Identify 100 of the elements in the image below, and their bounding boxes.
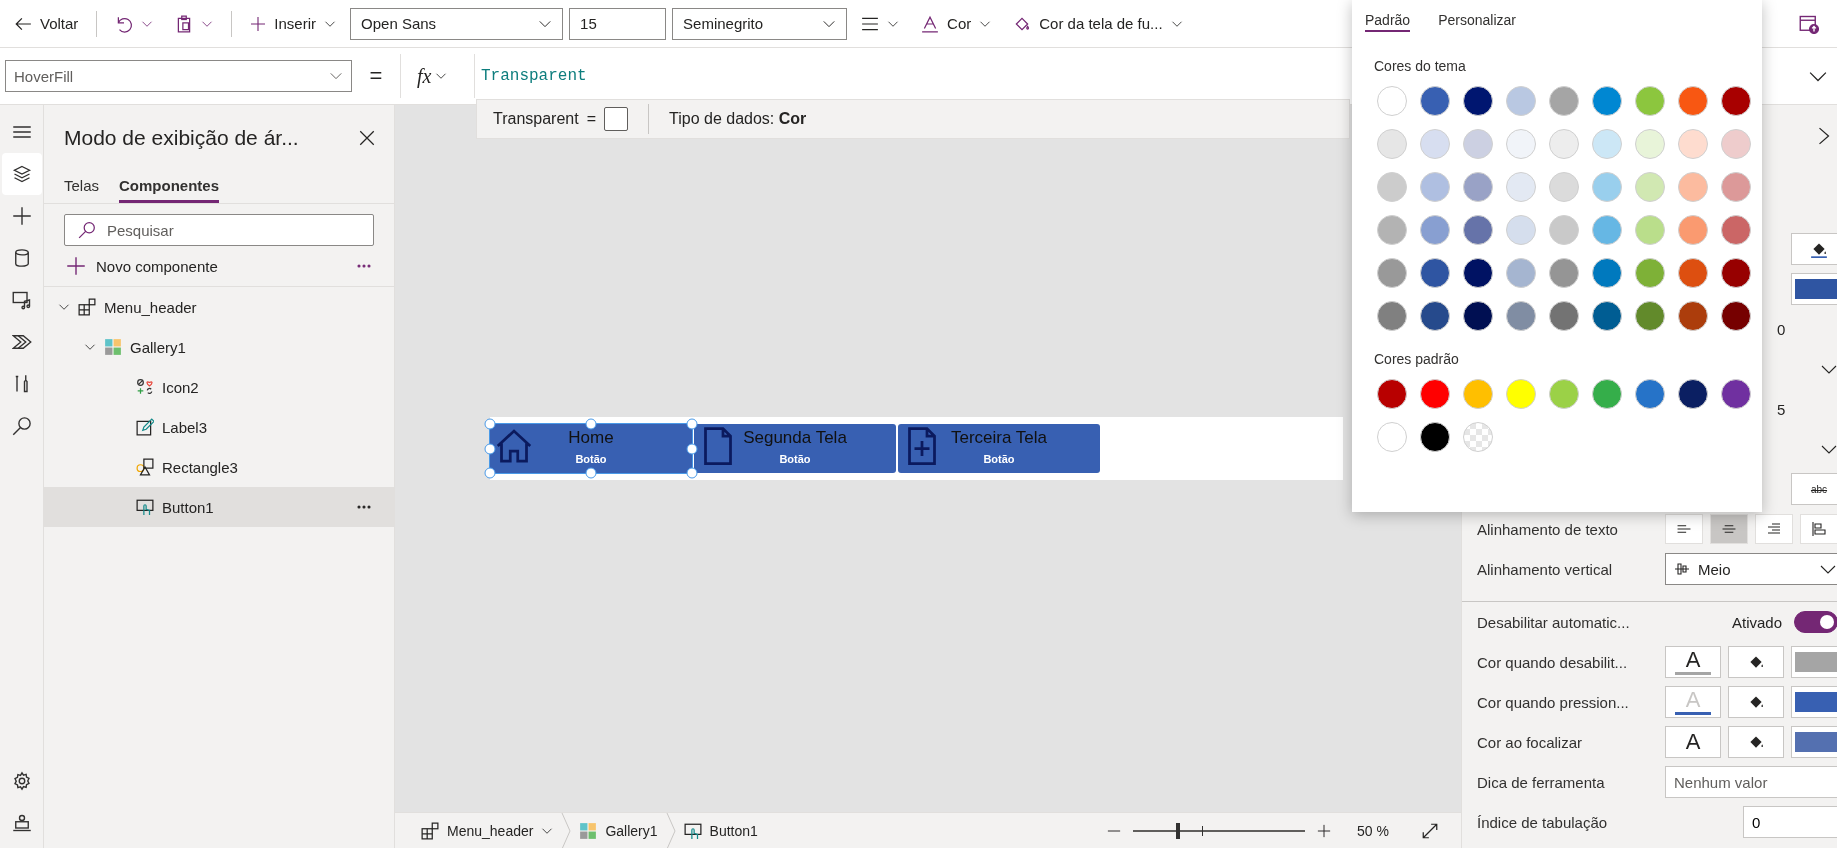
color-swatch[interactable] bbox=[1592, 301, 1622, 331]
color-swatch[interactable] bbox=[1635, 379, 1665, 409]
color-swatch[interactable] bbox=[1506, 129, 1536, 159]
color-swatch[interactable] bbox=[1635, 258, 1665, 288]
color-swatch[interactable] bbox=[1678, 301, 1708, 331]
vertical-align-dropdown[interactable]: Meio bbox=[1665, 553, 1837, 585]
color-swatch[interactable] bbox=[1377, 172, 1407, 202]
toolbar-dropdown[interactable]: Open Sans bbox=[350, 7, 564, 40]
text-color-button[interactable]: Cor bbox=[913, 6, 1000, 41]
panel-tab[interactable]: Telas bbox=[64, 177, 100, 203]
fill-color-button[interactable]: Cor da tela de fu... bbox=[1005, 6, 1191, 41]
tree-item[interactable]: Label3 bbox=[44, 407, 394, 447]
color-swatch[interactable] bbox=[1463, 129, 1493, 159]
color-swatch[interactable] bbox=[1506, 86, 1536, 116]
color-swatch[interactable] bbox=[1420, 379, 1450, 409]
color-swatch[interactable] bbox=[1420, 172, 1450, 202]
formula-field[interactable]: Transparent bbox=[481, 67, 587, 85]
color-swatch[interactable] bbox=[1506, 379, 1536, 409]
color-swatch[interactable] bbox=[1678, 215, 1708, 245]
search-icon[interactable] bbox=[11, 416, 32, 436]
color-swatch[interactable] bbox=[1377, 129, 1407, 159]
resize-handle[interactable] bbox=[484, 418, 496, 430]
color-swatch[interactable] bbox=[1791, 646, 1837, 678]
color-swatch[interactable] bbox=[1721, 86, 1751, 116]
color-swatch[interactable] bbox=[1420, 86, 1450, 116]
color-swatch[interactable] bbox=[1721, 301, 1751, 331]
color-swatch[interactable] bbox=[1420, 215, 1450, 245]
color-swatch[interactable] bbox=[1377, 422, 1407, 452]
color-swatch[interactable] bbox=[1549, 172, 1579, 202]
color-swatch[interactable] bbox=[1592, 379, 1622, 409]
color-swatch[interactable] bbox=[1678, 172, 1708, 202]
color-swatch[interactable] bbox=[1635, 129, 1665, 159]
color-swatch[interactable] bbox=[1506, 172, 1536, 202]
tree-item[interactable]: Gallery1 bbox=[44, 327, 394, 367]
color-swatch[interactable] bbox=[1678, 379, 1708, 409]
color-swatch[interactable] bbox=[1420, 301, 1450, 331]
color-swatch[interactable] bbox=[1506, 258, 1536, 288]
fill-color-button[interactable] bbox=[1728, 686, 1784, 718]
transparent-swatch[interactable] bbox=[1463, 422, 1493, 452]
color-swatch[interactable] bbox=[1721, 258, 1751, 288]
picker-tab[interactable]: Personalizar bbox=[1438, 12, 1516, 32]
color-swatch[interactable] bbox=[1506, 215, 1536, 245]
breadcrumb[interactable]: Gallery1 bbox=[571, 821, 666, 840]
tree-item[interactable]: Menu_header bbox=[44, 287, 394, 327]
agent-icon[interactable] bbox=[11, 813, 32, 833]
color-swatch[interactable] bbox=[1721, 379, 1751, 409]
color-swatch[interactable] bbox=[1549, 258, 1579, 288]
tree-item[interactable]: Icon2 bbox=[44, 367, 394, 407]
panel-tab[interactable]: Componentes bbox=[119, 177, 220, 203]
color-swatch[interactable] bbox=[1463, 258, 1493, 288]
color-swatch[interactable] bbox=[1420, 422, 1450, 452]
font-size-field[interactable]: 15 bbox=[569, 7, 667, 40]
fill-color-button[interactable] bbox=[1728, 646, 1784, 678]
text-align-button[interactable] bbox=[1710, 514, 1748, 544]
color-swatch[interactable] bbox=[1420, 258, 1450, 288]
search-field[interactable]: Pesquisar bbox=[64, 214, 374, 246]
color-swatch[interactable] bbox=[1420, 129, 1450, 159]
tab-index-field[interactable]: 0 bbox=[1743, 806, 1837, 838]
tree-item[interactable]: Rectangle3 bbox=[44, 447, 394, 487]
color-swatch[interactable] bbox=[1592, 258, 1622, 288]
color-swatch[interactable] bbox=[1463, 301, 1493, 331]
color-swatch[interactable] bbox=[1635, 215, 1665, 245]
automate-icon[interactable] bbox=[11, 332, 32, 352]
insert-button[interactable]: Inserir bbox=[242, 6, 345, 41]
color-swatch[interactable] bbox=[1549, 215, 1579, 245]
color-swatch[interactable] bbox=[1592, 129, 1622, 159]
settings-icon[interactable] bbox=[11, 771, 32, 791]
color-swatch[interactable] bbox=[1377, 258, 1407, 288]
strikethrough-button[interactable]: abc bbox=[1791, 473, 1837, 505]
color-swatch[interactable] bbox=[1791, 686, 1837, 718]
color-swatch[interactable] bbox=[1791, 273, 1837, 305]
back-button[interactable]: Voltar bbox=[6, 6, 87, 41]
color-swatch[interactable] bbox=[1635, 172, 1665, 202]
expand-icon[interactable] bbox=[1421, 821, 1439, 840]
gallery-button[interactable]: Segunda Tela Botão bbox=[694, 424, 896, 473]
gallery-button[interactable]: Home Botão bbox=[490, 424, 692, 473]
resize-handle[interactable] bbox=[585, 467, 597, 479]
color-swatch[interactable] bbox=[1592, 86, 1622, 116]
media-icon[interactable] bbox=[11, 290, 32, 310]
tooltip-field[interactable]: Nenhum valor bbox=[1665, 766, 1837, 798]
color-swatch[interactable] bbox=[1721, 129, 1751, 159]
text-color-button[interactable]: A bbox=[1665, 726, 1721, 758]
color-swatch[interactable] bbox=[1549, 379, 1579, 409]
color-swatch[interactable] bbox=[1377, 379, 1407, 409]
text-align-button[interactable] bbox=[1800, 514, 1837, 544]
color-swatch[interactable] bbox=[1721, 172, 1751, 202]
color-swatch[interactable] bbox=[1678, 129, 1708, 159]
plus-icon[interactable] bbox=[11, 206, 32, 226]
resize-handle[interactable] bbox=[585, 418, 597, 430]
color-swatch[interactable] bbox=[1377, 215, 1407, 245]
layers-icon[interactable] bbox=[11, 164, 32, 184]
color-swatch[interactable] bbox=[1549, 301, 1579, 331]
new-component-button[interactable]: Novo componente bbox=[66, 256, 218, 276]
property-dropdown[interactable]: HoverFill bbox=[5, 60, 352, 92]
breadcrumb[interactable]: Menu_header bbox=[413, 821, 562, 840]
toggle-switch[interactable] bbox=[1794, 611, 1837, 633]
function-button[interactable]: fx bbox=[400, 54, 475, 98]
color-swatch[interactable] bbox=[1721, 215, 1751, 245]
toolbar-dropdown[interactable]: Seminegrito bbox=[672, 7, 848, 40]
color-swatch[interactable] bbox=[1463, 379, 1493, 409]
